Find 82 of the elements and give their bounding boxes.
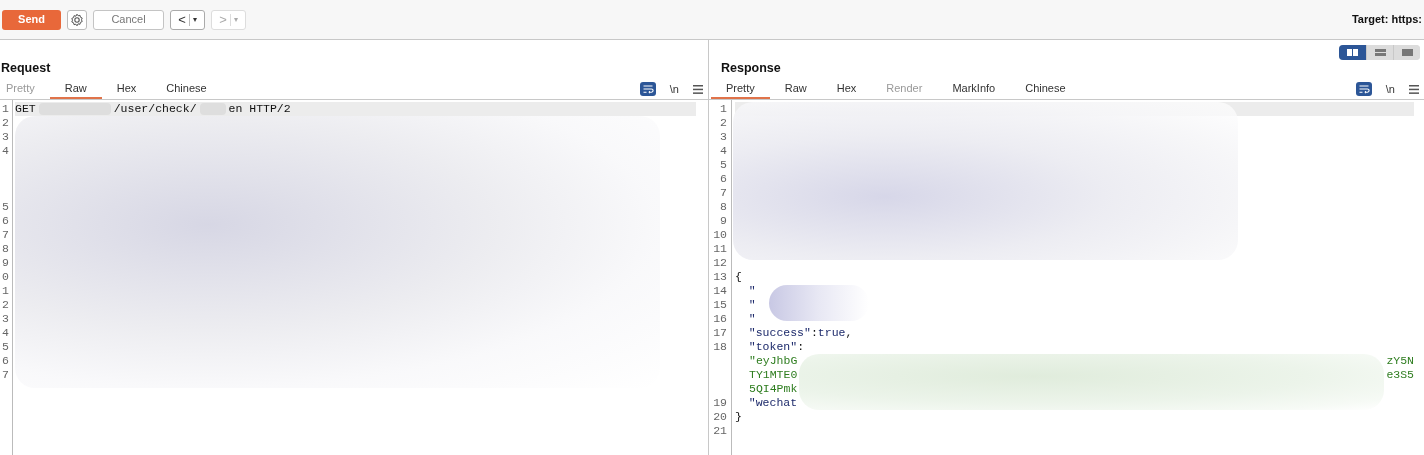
tab[interactable]: Chinese	[151, 79, 222, 99]
single-pane-icon	[1401, 49, 1413, 56]
line-number: 7	[2, 368, 10, 382]
cancel-button[interactable]: Cancel	[93, 9, 164, 30]
line-number: 4	[2, 144, 10, 158]
code-text: true	[817, 326, 846, 340]
line-number: 21	[712, 424, 727, 438]
line-number: 9	[719, 214, 727, 228]
line-number: 14	[712, 284, 727, 298]
columns-icon	[1347, 49, 1358, 56]
tab[interactable]: MarkInfo	[937, 79, 1011, 99]
code-text: 5QI4Pmk	[749, 382, 798, 396]
line-number: 3	[2, 130, 10, 144]
line-number: 16	[712, 312, 727, 326]
code-text: "	[747, 312, 756, 326]
code-text: zY5N	[1386, 354, 1414, 368]
code-text: "eyJhbG	[749, 354, 798, 368]
line-number: 18	[712, 340, 727, 354]
code-text: GET	[15, 102, 36, 116]
line-number: 3	[2, 312, 10, 326]
line-number: 0	[2, 270, 10, 284]
code-text: "token"	[747, 340, 798, 354]
back-button[interactable]: < ▾	[170, 9, 205, 30]
tab[interactable]: Hex	[821, 79, 872, 99]
line-number: 12	[712, 256, 727, 270]
line-number: 1	[719, 102, 727, 116]
line-number: 8	[2, 242, 10, 256]
code-text: :	[797, 340, 805, 354]
code-text: en HTTP/2	[228, 102, 291, 116]
tab[interactable]: Raw	[769, 79, 822, 99]
tab[interactable]: Hex	[101, 79, 152, 99]
line-number: 2	[719, 116, 727, 130]
line-number: 8	[719, 200, 727, 214]
line-number: 1	[2, 102, 10, 116]
code-text: "	[747, 284, 756, 298]
pane-title: Response	[721, 60, 781, 78]
line-number: 11	[712, 242, 727, 256]
layout-toggle[interactable]	[1339, 45, 1366, 60]
line-number: 9	[2, 256, 10, 270]
tab[interactable]: Chinese	[1010, 79, 1081, 99]
line-number: 17	[712, 326, 727, 340]
line-number: 6	[719, 172, 727, 186]
line-number: 2	[2, 298, 10, 312]
line-number: 3	[719, 130, 727, 144]
code-text: }	[735, 410, 742, 424]
line-number: 6	[2, 214, 10, 228]
code-text: :	[810, 326, 818, 340]
wrap-icon[interactable]	[1355, 82, 1372, 96]
line-number: 5	[2, 200, 10, 214]
tab[interactable]: Pretty	[711, 79, 770, 99]
code-text: e3S5	[1386, 368, 1414, 382]
code-text: "	[747, 298, 756, 312]
code-text: /user/check/	[113, 102, 197, 116]
line-number: 4	[719, 144, 727, 158]
line-number: 7	[2, 228, 10, 242]
pane-title: Request	[1, 60, 51, 78]
wrap-icon[interactable]	[639, 82, 656, 96]
line-number: 5	[719, 158, 727, 172]
line-number: 15	[712, 298, 727, 312]
line-number: 1	[2, 284, 10, 298]
line-number: 7	[719, 186, 727, 200]
newline-toggle[interactable]: \n	[1385, 80, 1395, 98]
layout-toggle[interactable]	[1393, 45, 1420, 60]
line-number: 2	[2, 116, 10, 130]
code-text: "wechat	[747, 396, 798, 410]
tab[interactable]: Raw	[49, 79, 102, 99]
line-number: 10	[712, 228, 727, 242]
line-number: 5	[2, 340, 10, 354]
line-number: 6	[2, 354, 10, 368]
line-number: 19	[712, 396, 727, 410]
line-number: 20	[712, 410, 727, 424]
code-text: ,	[845, 326, 853, 340]
menu-icon[interactable]	[693, 84, 703, 94]
line-number: 13	[712, 270, 727, 284]
code-text: "success"	[747, 326, 811, 340]
rows-icon	[1374, 49, 1386, 56]
code-text: {	[735, 270, 742, 284]
newline-toggle[interactable]: \n	[669, 80, 679, 98]
line-number: 4	[2, 326, 10, 340]
menu-icon[interactable]	[1409, 84, 1419, 94]
target-label: Target: https:	[1351, 12, 1422, 28]
code-text: TY1MTE0	[749, 368, 798, 382]
